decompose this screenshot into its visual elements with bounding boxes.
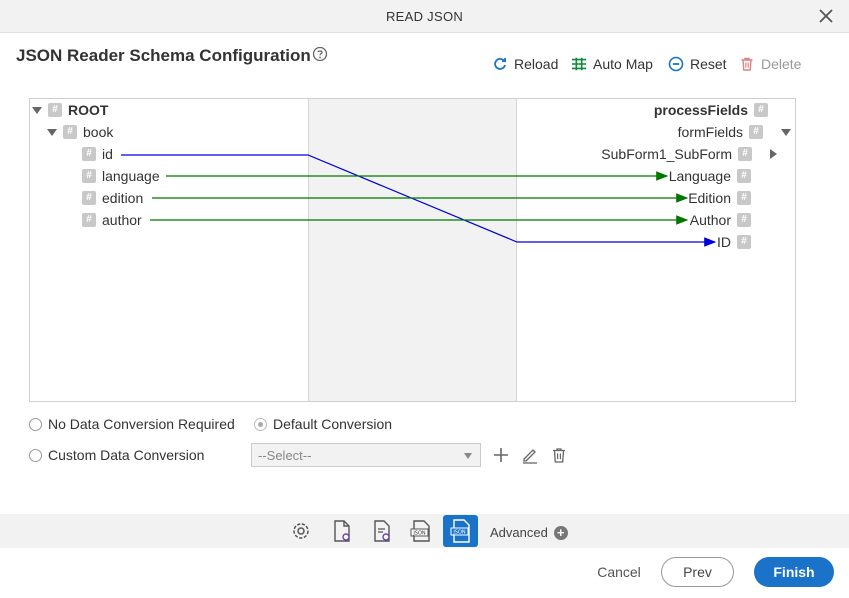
- advanced-button[interactable]: Advanced +: [490, 525, 568, 540]
- plus-circle-icon: +: [553, 525, 568, 540]
- reload-label: Reload: [514, 56, 559, 72]
- finish-button[interactable]: Finish: [754, 557, 834, 587]
- default-conversion-radio[interactable]: Default Conversion: [254, 416, 392, 432]
- gear-icon[interactable]: [288, 518, 314, 544]
- reset-label: Reset: [690, 56, 727, 72]
- target-field-label: Author: [689, 212, 731, 228]
- svg-text:JSON: JSON: [452, 530, 466, 536]
- json-reader-icon[interactable]: JSON: [443, 515, 478, 547]
- target-formfields-node[interactable]: formFields #: [678, 124, 791, 140]
- dialog-titlebar: READ JSON: [0, 0, 849, 33]
- advanced-label: Advanced: [490, 525, 548, 540]
- source-root-label: ROOT: [68, 102, 109, 118]
- reload-icon: [494, 57, 507, 70]
- source-field-label: author: [102, 212, 142, 228]
- expand-arrow-icon[interactable]: [770, 149, 777, 159]
- source-field-label: language: [102, 168, 160, 184]
- target-field-label: Edition: [688, 190, 731, 206]
- radio-circle[interactable]: [254, 417, 267, 431]
- source-field-edition[interactable]: # edition: [82, 190, 143, 206]
- target-subform-node[interactable]: SubForm1_SubForm #: [601, 146, 777, 162]
- help-icon[interactable]: [312, 46, 328, 62]
- hash-icon: #: [737, 191, 751, 205]
- custom-conversion-label: Custom Data Conversion: [48, 447, 205, 463]
- delete-label: Delete: [761, 56, 802, 72]
- source-root-node[interactable]: # ROOT: [32, 102, 108, 118]
- target-root-label: processFields: [653, 102, 748, 118]
- json-file-icon[interactable]: JSON: [408, 518, 434, 544]
- hash-icon: #: [48, 103, 62, 117]
- svg-text:JSON: JSON: [412, 531, 426, 537]
- hash-icon: #: [82, 191, 96, 205]
- schema-mapper: # ROOT # book # id # language # edition …: [29, 98, 796, 402]
- source-field-id[interactable]: # id: [82, 146, 113, 162]
- no-conversion-label: No Data Conversion Required: [48, 416, 235, 432]
- auto-map-label: Auto Map: [593, 56, 653, 72]
- document-list-settings-icon[interactable]: [369, 518, 395, 544]
- target-root-node[interactable]: processFields #: [654, 102, 768, 118]
- source-book-label: book: [83, 124, 114, 140]
- add-icon[interactable]: [492, 446, 510, 464]
- hash-icon: #: [82, 169, 96, 183]
- collapse-arrow-icon[interactable]: [781, 128, 791, 136]
- conversion-select[interactable]: --Select--: [251, 443, 481, 467]
- hash-icon: #: [82, 213, 96, 227]
- target-subform-label: SubForm1_SubForm: [601, 146, 732, 162]
- target-field-edition[interactable]: Edition #: [688, 190, 751, 206]
- target-field-author[interactable]: Author #: [690, 212, 751, 228]
- source-field-label: id: [102, 146, 113, 162]
- target-field-label: ID: [717, 234, 731, 250]
- target-field-id[interactable]: ID #: [717, 234, 751, 250]
- conversion-select-value: --Select--: [258, 448, 312, 463]
- collapse-arrow-icon[interactable]: [32, 106, 42, 114]
- target-formfields-label: formFields: [677, 124, 743, 140]
- radio-circle[interactable]: [29, 448, 42, 462]
- reload-button[interactable]: Reload: [492, 56, 558, 72]
- dialog-title: READ JSON: [385, 9, 464, 24]
- close-icon[interactable]: [817, 7, 835, 25]
- chevron-down-icon: [464, 453, 472, 459]
- hash-icon: #: [737, 235, 751, 249]
- no-conversion-radio[interactable]: No Data Conversion Required: [29, 416, 235, 432]
- mapping-lines: [121, 154, 717, 247]
- edit-icon[interactable]: [521, 446, 539, 464]
- page-title: JSON Reader Schema Configuration: [16, 46, 311, 65]
- reset-icon: [668, 56, 684, 72]
- target-field-language[interactable]: Language #: [669, 168, 751, 184]
- source-field-author[interactable]: # author: [82, 212, 142, 228]
- document-settings-icon[interactable]: [329, 518, 355, 544]
- hash-icon: #: [737, 213, 751, 227]
- auto-map-button[interactable]: Auto Map: [571, 56, 653, 72]
- delete-button[interactable]: Delete: [739, 56, 801, 72]
- hash-icon: #: [737, 169, 751, 183]
- source-field-language[interactable]: # language: [82, 168, 160, 184]
- trash-icon[interactable]: [550, 446, 568, 464]
- hash-icon: #: [738, 147, 752, 161]
- target-field-label: Language: [668, 168, 731, 184]
- collapse-arrow-icon[interactable]: [47, 128, 57, 136]
- reset-button[interactable]: Reset: [668, 56, 727, 72]
- hash-icon: #: [754, 103, 768, 117]
- prev-button[interactable]: Prev: [661, 557, 734, 587]
- radio-circle[interactable]: [29, 417, 42, 431]
- source-field-label: edition: [102, 190, 144, 206]
- hash-icon: #: [749, 125, 763, 139]
- hash-icon: #: [63, 125, 77, 139]
- cancel-button[interactable]: Cancel: [590, 558, 648, 586]
- hash-icon: #: [82, 147, 96, 161]
- auto-map-icon: [571, 57, 587, 71]
- custom-conversion-radio[interactable]: Custom Data Conversion: [29, 447, 204, 463]
- trash-icon: [741, 57, 753, 71]
- default-conversion-label: Default Conversion: [273, 416, 393, 432]
- source-book-node[interactable]: # book: [47, 124, 113, 140]
